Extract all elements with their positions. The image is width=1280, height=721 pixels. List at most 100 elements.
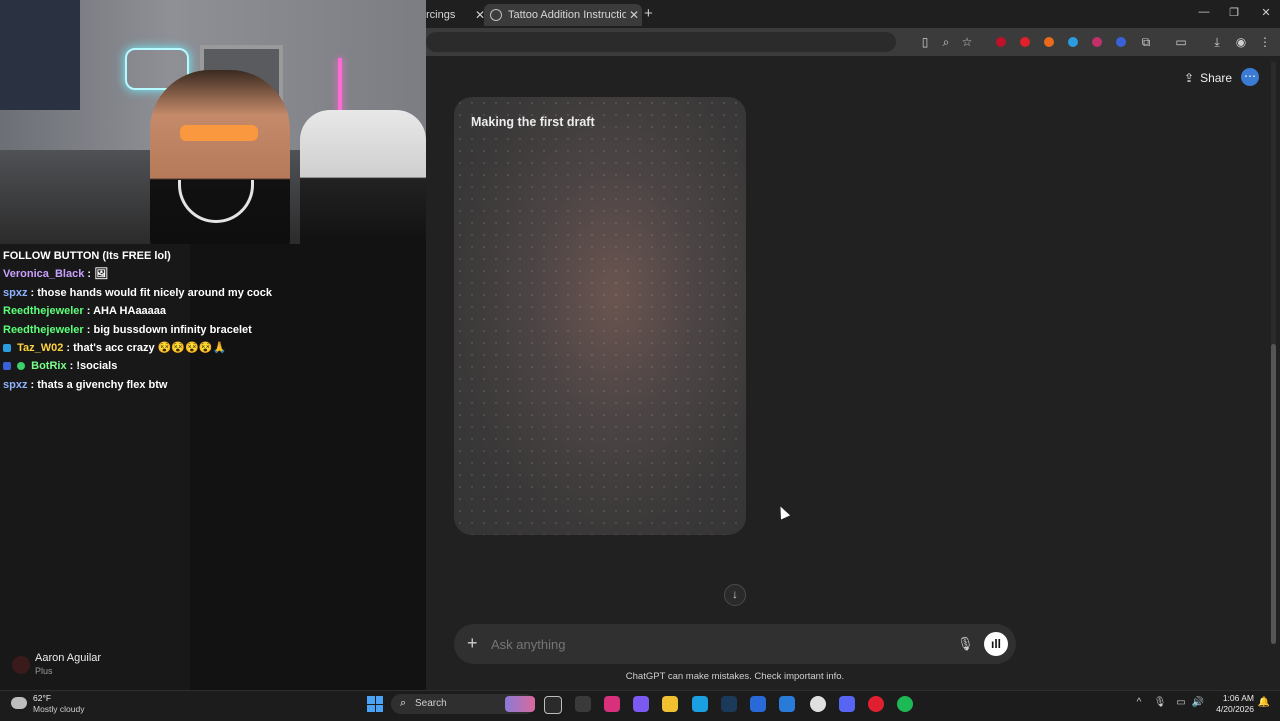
gaming-chair bbox=[300, 110, 426, 244]
store-icon[interactable] bbox=[750, 696, 766, 712]
zoom-icon[interactable]: ⌕ bbox=[938, 34, 954, 50]
chat-username[interactable]: Veronica_Black bbox=[3, 268, 84, 280]
chat-badge-icon bbox=[17, 362, 26, 371]
extension-icon[interactable] bbox=[1044, 37, 1054, 47]
card-dot-pattern bbox=[454, 97, 746, 535]
file-explorer-icon[interactable] bbox=[662, 696, 678, 712]
chat-text: : big bussdown infinity bracelet bbox=[86, 323, 252, 336]
windows-start-icon[interactable] bbox=[367, 696, 383, 712]
page-header bbox=[426, 56, 1280, 66]
copilot-icon[interactable] bbox=[633, 696, 649, 712]
network-icon[interactable]: ▭ bbox=[1173, 697, 1189, 708]
close-window-button[interactable]: ✕ bbox=[1256, 6, 1276, 19]
avatar[interactable] bbox=[12, 656, 30, 674]
dictate-mic-button[interactable]: 🎙 bbox=[957, 636, 974, 652]
address-bar[interactable] bbox=[426, 32, 896, 52]
task-view-icon[interactable] bbox=[544, 696, 562, 714]
page-icon[interactable]: ▯ bbox=[917, 34, 933, 50]
spotify-icon[interactable] bbox=[897, 696, 913, 712]
chat-message: Reedthejeweler : AHA HAaaaaa bbox=[3, 302, 423, 320]
tray-mic-icon[interactable]: 🎙 bbox=[1152, 697, 1168, 708]
chat-message: Reedthejeweler : big bussdown infinity b… bbox=[3, 321, 423, 339]
sunglasses bbox=[180, 125, 258, 141]
tray-chevron-icon[interactable]: ^ bbox=[1131, 697, 1147, 708]
tab-active[interactable]: Tattoo Addition Instructions ✕ bbox=[484, 4, 642, 26]
menu-icon[interactable]: ⋮ bbox=[1257, 34, 1273, 50]
extension-icon[interactable] bbox=[1116, 37, 1126, 47]
profile-plan: Plus bbox=[35, 666, 53, 676]
card-title: Making the first draft bbox=[471, 115, 595, 129]
chat-username[interactable]: BotRix bbox=[31, 360, 66, 372]
cast-icon[interactable]: ▭ bbox=[1173, 34, 1189, 50]
new-tab-button[interactable]: + bbox=[644, 5, 660, 22]
chat-username[interactable]: Reedthejeweler bbox=[3, 324, 84, 336]
stream-chat: FOLLOW BUTTON (Its FREE lol) Veronica_Bl… bbox=[3, 247, 423, 394]
clock-date[interactable]: 4/20/2026 bbox=[1214, 704, 1254, 714]
clock-time[interactable]: 1:06 AM bbox=[1214, 693, 1254, 703]
chat-text: : 🖼 bbox=[87, 268, 109, 281]
chat-badge-icon bbox=[3, 362, 11, 371]
tab-close-icon[interactable]: ✕ bbox=[626, 8, 642, 22]
webcam-feed bbox=[0, 0, 426, 244]
extension-icon[interactable] bbox=[1092, 37, 1102, 47]
chat-message: spxz : thats a givenchy flex btw bbox=[3, 376, 423, 394]
chrome-icon[interactable] bbox=[810, 696, 826, 712]
profile-icon[interactable]: ◉ bbox=[1233, 34, 1249, 50]
star-icon[interactable]: ☆ bbox=[959, 34, 975, 50]
share-button[interactable]: ⇪ Share bbox=[1184, 68, 1232, 88]
search-highlight-icon bbox=[505, 696, 535, 712]
more-options-button[interactable]: ⋯ bbox=[1241, 68, 1259, 86]
attach-plus-button[interactable]: + bbox=[467, 633, 478, 654]
notification-bell-icon[interactable]: 🔔 bbox=[1256, 697, 1272, 708]
chat-message: spxz : those hands would fit nicely arou… bbox=[3, 284, 423, 302]
chat-username[interactable]: Taz_W02 bbox=[17, 342, 63, 354]
chat-text: : thats a givenchy flex btw bbox=[30, 378, 168, 391]
instagram-icon[interactable] bbox=[604, 696, 620, 712]
chat-text: : !socials bbox=[69, 360, 118, 373]
chat-username[interactable]: spxz bbox=[3, 379, 27, 391]
mouse-cursor-icon bbox=[775, 504, 791, 520]
tab-inactive[interactable]: rcings ✕ bbox=[426, 4, 488, 26]
chat-username[interactable]: Reedthejeweler bbox=[3, 305, 84, 317]
chat-header: FOLLOW BUTTON (Its FREE lol) bbox=[3, 250, 171, 262]
minimize-button[interactable]: — bbox=[1194, 6, 1214, 18]
chat-badge-icon bbox=[3, 344, 11, 353]
weather-temperature[interactable]: 62°F bbox=[33, 693, 51, 703]
profile-name[interactable]: Aaron Aguilar bbox=[35, 652, 101, 664]
scroll-to-bottom-button[interactable]: ↓ bbox=[724, 584, 746, 606]
webcam-monitor bbox=[0, 0, 80, 110]
edge-icon[interactable] bbox=[692, 696, 708, 712]
prompt-input[interactable] bbox=[491, 634, 931, 654]
voice-mode-button[interactable]: ıll bbox=[984, 632, 1008, 656]
search-icon: ⌕ bbox=[400, 697, 407, 709]
chat-message: Veronica_Black : 🖼 bbox=[3, 265, 423, 283]
extension-icon[interactable] bbox=[1068, 37, 1078, 47]
taskbar-search-label: Search bbox=[415, 698, 447, 709]
maximize-button[interactable]: ❐ bbox=[1224, 6, 1244, 19]
app-icon[interactable] bbox=[868, 696, 884, 712]
image-generation-card: Making the first draft bbox=[454, 97, 746, 535]
outlook-icon[interactable] bbox=[779, 696, 795, 712]
discord-icon[interactable] bbox=[839, 696, 855, 712]
chat-text: : those hands would fit nicely around my… bbox=[30, 286, 272, 299]
puzzle-icon[interactable]: ⧉ bbox=[1138, 34, 1154, 50]
cloud-icon[interactable] bbox=[11, 697, 27, 709]
extension-icon[interactable] bbox=[996, 37, 1006, 47]
chat-username[interactable]: spxz bbox=[3, 287, 27, 299]
steam-icon[interactable] bbox=[721, 696, 737, 712]
extension-icon[interactable] bbox=[1020, 37, 1030, 47]
github-icon[interactable] bbox=[575, 696, 591, 712]
share-label: Share bbox=[1200, 71, 1233, 85]
volume-icon[interactable]: 🔊 bbox=[1190, 697, 1206, 708]
download-icon[interactable]: ⤓ bbox=[1209, 34, 1225, 50]
chatgpt-favicon-icon bbox=[490, 9, 502, 21]
chat-text: : AHA HAaaaaa bbox=[86, 305, 167, 318]
chat-message: Taz_W02 : that's acc crazy 😵😵😵😵🙏 bbox=[3, 339, 423, 357]
tab-label: Tattoo Addition Instructions bbox=[508, 9, 626, 21]
chat-text: : that's acc crazy 😵😵😵😵🙏 bbox=[66, 341, 227, 354]
chat-message: BotRix : !socials bbox=[3, 357, 423, 375]
scrollbar-thumb[interactable] bbox=[1271, 344, 1276, 644]
weather-description[interactable]: Mostly cloudy bbox=[33, 704, 85, 714]
share-icon: ⇪ bbox=[1184, 71, 1195, 85]
disclaimer-text: ChatGPT can make mistakes. Check importa… bbox=[625, 671, 845, 682]
